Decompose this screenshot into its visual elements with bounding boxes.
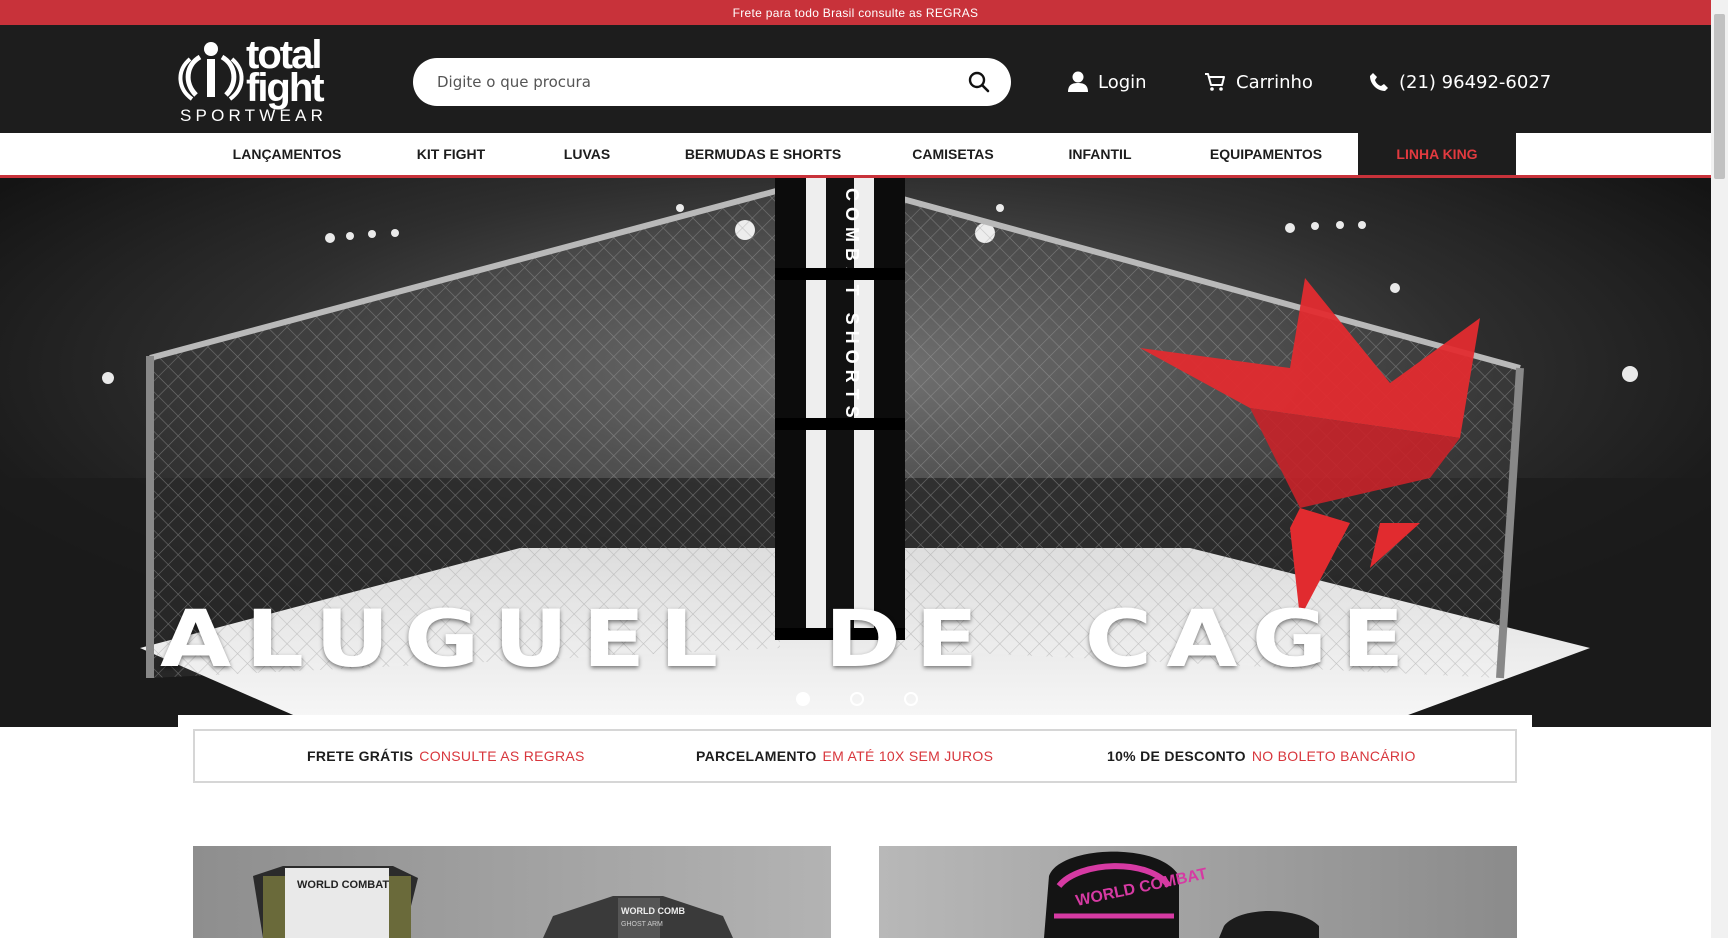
promo-bar[interactable]: Frete para todo Brasil consulte as REGRA…	[0, 0, 1711, 25]
carousel-dots	[0, 692, 1711, 708]
page: Frete para todo Brasil consulte as REGRA…	[0, 0, 1711, 938]
hero-banner[interactable]: COMBAT SHORTS ALUGUEL DE CAGE	[0, 178, 1711, 727]
login-label: Login	[1098, 71, 1147, 93]
search-icon[interactable]	[967, 70, 991, 94]
svg-text:fight: fight	[246, 66, 324, 110]
benefit-parcelamento-title: PARCELAMENTO	[696, 748, 817, 764]
cart-label: Carrinho	[1236, 71, 1313, 93]
nav-item-infantil[interactable]: INFANTIL	[1050, 133, 1150, 175]
svg-text:SPORTWEAR: SPORTWEAR	[180, 106, 327, 123]
main-nav: LANÇAMENTOS KIT FIGHT LUVAS BERMUDAS E S…	[0, 133, 1711, 178]
nav-item-equipamentos[interactable]: EQUIPAMENTOS	[1196, 133, 1336, 175]
page-scrollbar[interactable]	[1711, 0, 1728, 938]
kimono-product-image: WORLD COMBAT WORLD COMB GHOST ARM	[193, 846, 831, 938]
search-input[interactable]	[437, 73, 967, 91]
nav-item-lancamentos[interactable]: LANÇAMENTOS	[214, 133, 360, 175]
gloves-product-image: WORLD COMBAT	[879, 846, 1517, 938]
nav-item-luvas[interactable]: LUVAS	[540, 133, 634, 175]
benefit-desconto-title: 10% DE DESCONTO	[1107, 748, 1246, 764]
phone-link[interactable]: (21) 96492-6027	[1369, 68, 1551, 96]
phone-icon	[1370, 73, 1388, 91]
search-box	[413, 58, 1011, 106]
carousel-dot-2[interactable]	[850, 692, 864, 706]
benefit-frete: FRETE GRÁTIS CONSULTE AS REGRAS	[307, 731, 585, 781]
nav-item-bermudas-shorts[interactable]: BERMUDAS E SHORTS	[670, 133, 856, 175]
promo-text[interactable]: Frete para todo Brasil consulte as REGRA…	[733, 6, 979, 20]
nav-item-camisetas[interactable]: CAMISETAS	[896, 133, 1010, 175]
carousel-dot-3[interactable]	[904, 692, 918, 706]
login-link[interactable]: Login	[1068, 68, 1147, 96]
benefit-parcelamento-detail: EM ATÉ 10X SEM JUROS	[822, 748, 994, 764]
benefit-frete-title: FRETE GRÁTIS	[307, 748, 414, 764]
brand-logo[interactable]: total fight SPORTWEAR	[178, 33, 358, 125]
benefit-desconto: 10% DE DESCONTO NO BOLETO BANCÁRIO	[1107, 731, 1416, 781]
phone-label: (21) 96492-6027	[1399, 71, 1552, 93]
benefit-desconto-detail: NO BOLETO BANCÁRIO	[1251, 748, 1416, 764]
svg-text:GHOST ARM: GHOST ARM	[621, 921, 663, 928]
carousel-dot-1[interactable]	[796, 692, 810, 706]
nav-item-kit-fight[interactable]: KIT FIGHT	[396, 133, 506, 175]
hero-title: ALUGUEL DE CAGE	[160, 595, 1419, 685]
svg-text:WORLD COMBAT: WORLD COMBAT	[297, 879, 389, 891]
product-banner-gloves[interactable]: WORLD COMBAT	[879, 846, 1517, 938]
cart-link[interactable]: Carrinho	[1204, 68, 1313, 96]
scrollbar-thumb[interactable]	[1714, 14, 1725, 179]
svg-text:WORLD COMB: WORLD COMB	[621, 906, 685, 916]
benefits-bar: FRETE GRÁTIS CONSULTE AS REGRAS PARCELAM…	[193, 729, 1517, 783]
benefit-parcelamento: PARCELAMENTO EM ATÉ 10X SEM JUROS	[696, 731, 993, 781]
user-icon	[1068, 71, 1088, 92]
nav-item-linha-king[interactable]: LINHA KING	[1358, 133, 1516, 175]
benefit-frete-detail[interactable]: CONSULTE AS REGRAS	[419, 748, 584, 764]
header: total fight SPORTWEAR Login Carrinho (21…	[0, 25, 1711, 133]
product-banner-kimono[interactable]: WORLD COMBAT WORLD COMB GHOST ARM	[193, 846, 831, 938]
svg-text:COMBAT SHORTS: COMBAT SHORTS	[842, 188, 862, 424]
logo-emblem-icon: total fight SPORTWEAR	[178, 33, 327, 125]
cart-icon	[1205, 73, 1225, 91]
